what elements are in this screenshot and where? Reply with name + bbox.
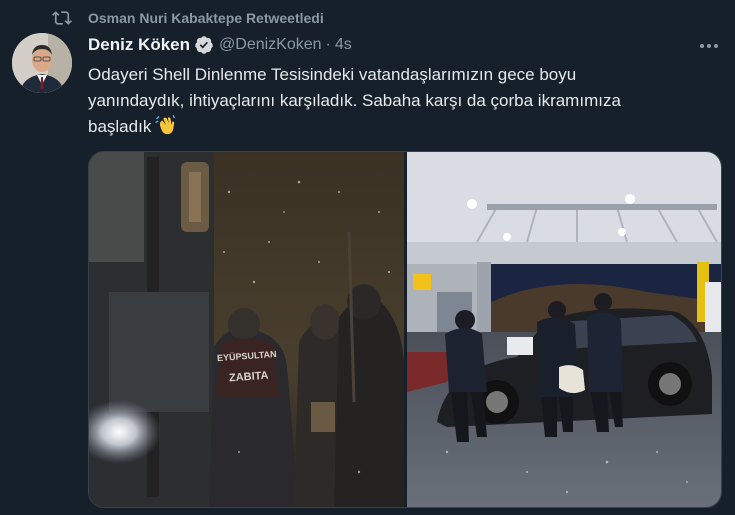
tweet-text-line-last: başladık bbox=[88, 114, 688, 140]
verified-badge-icon bbox=[195, 36, 213, 54]
night-snow-photo: EYÜPSULTAN ZABITA bbox=[89, 152, 404, 507]
tweet-text-line: Odayeri Shell Dinlenme Tesisindeki vatan… bbox=[88, 65, 577, 84]
media-photo-left[interactable]: EYÜPSULTAN ZABITA bbox=[89, 152, 404, 507]
tweet-text-line: yanındaydık, ihtiyaçlarını karşıladık. S… bbox=[88, 91, 621, 110]
author-handle[interactable]: @DenizKoken bbox=[219, 36, 322, 54]
retweet-header: Osman Nuri Kabaktepe Retweetledi bbox=[52, 8, 324, 28]
gas-station-photo bbox=[407, 152, 721, 507]
author-display-name[interactable]: Deniz Köken bbox=[88, 35, 190, 55]
separator-dot: · bbox=[325, 36, 331, 53]
tweet-media[interactable]: EYÜPSULTAN ZABITA bbox=[88, 151, 722, 508]
more-options-icon[interactable] bbox=[696, 36, 722, 56]
tweet-text: Odayeri Shell Dinlenme Tesisindeki vatan… bbox=[88, 62, 688, 140]
waving-hand-emoji-icon bbox=[155, 115, 176, 135]
tweet-timestamp[interactable]: 4s bbox=[335, 36, 352, 54]
avatar[interactable] bbox=[12, 33, 72, 93]
media-photo-right[interactable] bbox=[407, 152, 721, 507]
retweeted-by-label[interactable]: Osman Nuri Kabaktepe Retweetledi bbox=[88, 10, 324, 26]
tweet-text-line: başladık bbox=[88, 117, 152, 136]
retweet-icon bbox=[52, 11, 72, 25]
tweet-header: Deniz Köken @DenizKoken · 4s bbox=[88, 34, 352, 56]
avatar-image bbox=[12, 33, 72, 93]
